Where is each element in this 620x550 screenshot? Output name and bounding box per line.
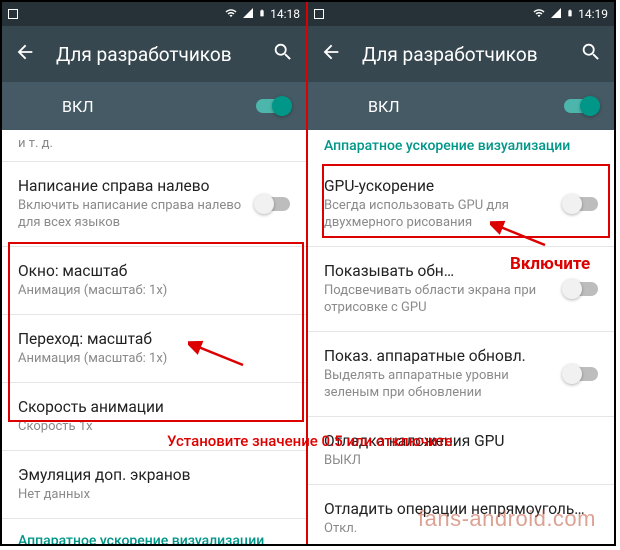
setting-show-gpu-updates[interactable]: Показывать обн… Подсвечивать области экр…: [308, 247, 614, 332]
setting-title: GPU-ускорение: [324, 176, 554, 196]
master-switch[interactable]: [256, 99, 290, 113]
setting-show-hw-layers[interactable]: Показ. аппаратные обновл. Выделять аппар…: [308, 332, 614, 417]
section-hw-accel: Аппаратное ускорение визуализации: [308, 130, 614, 162]
clock: 14:19: [578, 7, 608, 21]
master-toggle-row[interactable]: ВКЛ: [2, 82, 306, 130]
status-bar: 14:19: [308, 2, 614, 26]
setting-subtitle: Откл.: [324, 521, 598, 538]
toggle-switch[interactable]: [564, 367, 598, 381]
screenshot-left: 14:18 Для разработчиков ВКЛ и т. д. Напи…: [2, 2, 308, 544]
setting-title: Отладка наложения GPU: [324, 431, 598, 451]
setting-title: Отладить операции непрямоуголь…: [324, 499, 598, 519]
setting-title: Переход: масштаб: [18, 329, 290, 349]
setting-subtitle: Анимация (масштаб: 1x): [18, 351, 290, 368]
app-indicator-icon: [314, 9, 324, 19]
page-title: Для разработчиков: [56, 43, 252, 66]
page-title: Для разработчиков: [362, 43, 560, 66]
setting-debug-nonrect[interactable]: Отладить операции непрямоуголь… Откл.: [308, 485, 614, 544]
master-toggle-label: ВКЛ: [324, 97, 564, 116]
clock: 14:18: [270, 7, 300, 21]
signal-icon: [242, 7, 254, 22]
truncated-text: и т. д.: [2, 130, 306, 162]
signal-icon: [550, 7, 562, 22]
setting-subtitle: ВЫКЛ: [324, 453, 598, 470]
setting-transition-scale[interactable]: Переход: масштаб Анимация (масштаб: 1x): [2, 315, 306, 383]
master-toggle-row[interactable]: ВКЛ: [308, 82, 614, 130]
setting-title: Окно: масштаб: [18, 261, 290, 281]
app-bar: Для разработчиков: [308, 26, 614, 82]
setting-subtitle: Включить написание справа налево для все…: [18, 198, 246, 232]
setting-subtitle: Нет данных: [18, 487, 290, 504]
setting-subtitle: Скорость 1x: [18, 419, 290, 436]
master-switch[interactable]: [564, 99, 598, 113]
setting-subtitle: Всегда использовать GPU для двухмерного …: [324, 198, 554, 232]
toggle-switch[interactable]: [564, 197, 598, 211]
master-toggle-label: ВКЛ: [18, 97, 256, 116]
setting-title: Эмуляция доп. экранов: [18, 465, 290, 485]
setting-subtitle: Выделять аппаратные уровни зеленым при о…: [324, 368, 554, 402]
toggle-switch[interactable]: [256, 197, 290, 211]
wifi-icon: [532, 7, 546, 22]
setting-subtitle: Анимация (масштаб: 1x): [18, 283, 290, 300]
setting-animator-speed[interactable]: Скорость анимации Скорость 1x: [2, 383, 306, 451]
setting-title: Показывать обн…: [324, 261, 554, 281]
search-icon[interactable]: [272, 41, 294, 67]
app-bar: Для разработчиков: [2, 26, 306, 82]
battery-icon: [566, 7, 574, 22]
back-arrow-icon[interactable]: [14, 41, 36, 67]
setting-title: Скорость анимации: [18, 397, 290, 417]
screenshot-right: 14:19 Для разработчиков ВКЛ Аппаратное у…: [308, 2, 614, 544]
search-icon[interactable]: [580, 41, 602, 67]
status-bar: 14:18: [2, 2, 306, 26]
battery-icon: [258, 7, 266, 22]
setting-subtitle: Подсвечивать области экрана при отрисовк…: [324, 283, 554, 317]
setting-gpu-accel[interactable]: GPU-ускорение Всегда использовать GPU дл…: [308, 162, 614, 247]
setting-simulate-displays[interactable]: Эмуляция доп. экранов Нет данных: [2, 451, 306, 519]
section-hw-accel: Аппаратное ускорение визуализации: [2, 519, 306, 544]
setting-window-scale[interactable]: Окно: масштаб Анимация (масштаб: 1x): [2, 247, 306, 315]
setting-rtl[interactable]: Написание справа налево Включить написан…: [2, 162, 306, 247]
setting-title: Показ. аппаратные обновл.: [324, 346, 554, 366]
setting-debug-gpu-overdraw[interactable]: Отладка наложения GPU ВЫКЛ: [308, 417, 614, 485]
back-arrow-icon[interactable]: [320, 41, 342, 67]
wifi-icon: [224, 7, 238, 22]
app-indicator-icon: [8, 9, 18, 19]
toggle-switch[interactable]: [564, 282, 598, 296]
setting-title: Написание справа налево: [18, 176, 246, 196]
